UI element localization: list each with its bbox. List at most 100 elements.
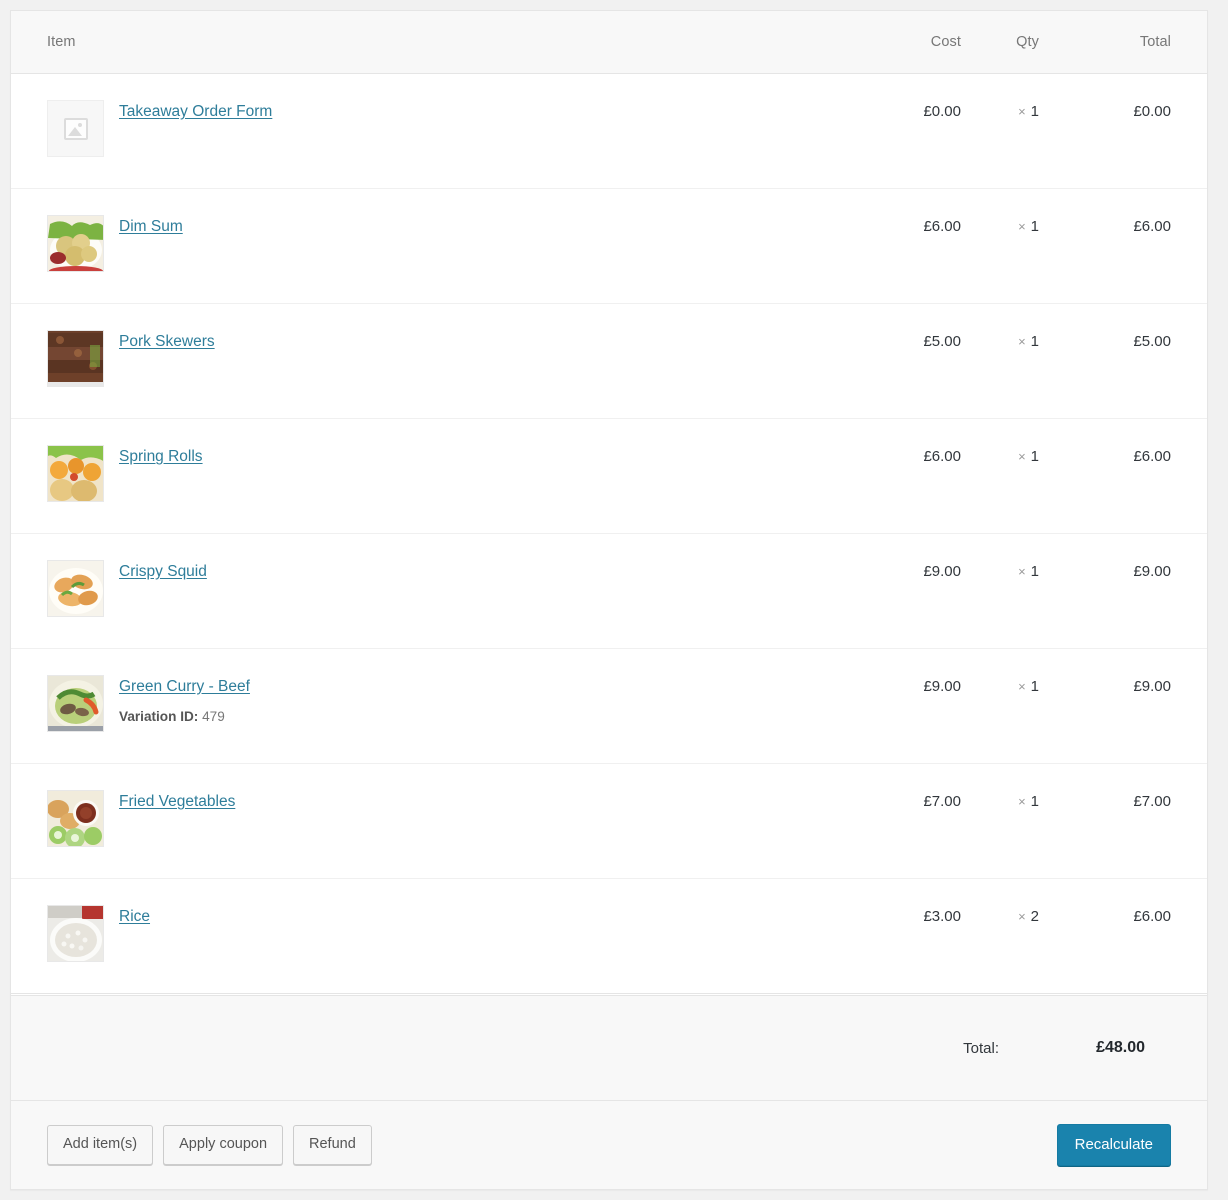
item-quantity-value: 1 bbox=[1030, 563, 1039, 580]
order-item-row: Pork Skewers £5.00 × 1 £5.00 bbox=[11, 304, 1207, 419]
variation-id-label: Variation ID: bbox=[119, 709, 199, 724]
order-totals-bar: Total: £48.00 bbox=[11, 995, 1207, 1101]
item-cost: £5.00 bbox=[923, 333, 961, 350]
item-quantity-value: 1 bbox=[1030, 448, 1039, 465]
item-line-total: £6.00 bbox=[1133, 448, 1171, 465]
item-cost: £9.00 bbox=[923, 678, 961, 695]
item-line-total: £0.00 bbox=[1133, 103, 1171, 120]
item-thumbnail-cell bbox=[11, 790, 119, 847]
product-name-link[interactable]: Dim Sum bbox=[119, 217, 183, 237]
product-name-link[interactable]: Fried Vegetables bbox=[119, 792, 235, 812]
item-quantity: × 1 bbox=[961, 560, 1039, 582]
item-quantity-value: 1 bbox=[1030, 793, 1039, 810]
column-header-qty: Qty bbox=[1016, 34, 1039, 50]
order-item-row: Takeaway Order Form £0.00 × 1 £0.00 bbox=[11, 74, 1207, 189]
product-name-link[interactable]: Takeaway Order Form bbox=[119, 102, 272, 122]
product-thumbnail[interactable] bbox=[47, 330, 104, 387]
multiply-symbol: × bbox=[1018, 219, 1026, 234]
item-quantity-value: 1 bbox=[1030, 218, 1039, 235]
item-name-cell: Green Curry - Beef Variation ID: 479 bbox=[119, 675, 851, 726]
item-line-total: £6.00 bbox=[1133, 908, 1171, 925]
multiply-symbol: × bbox=[1018, 909, 1026, 924]
order-total-value: £48.00 bbox=[1096, 1039, 1145, 1056]
order-item-row: Fried Vegetables £7.00 × 1 £7.00 bbox=[11, 764, 1207, 879]
product-thumbnail[interactable] bbox=[47, 560, 104, 617]
product-thumbnail[interactable] bbox=[47, 790, 104, 847]
product-name-link[interactable]: Rice bbox=[119, 907, 150, 927]
item-line-total: £9.00 bbox=[1133, 563, 1171, 580]
item-name-cell: Fried Vegetables bbox=[119, 790, 851, 812]
multiply-symbol: × bbox=[1018, 334, 1026, 349]
placeholder-image-icon bbox=[47, 100, 104, 157]
recalculate-button[interactable]: Recalculate bbox=[1056, 1124, 1171, 1166]
item-quantity: × 1 bbox=[961, 675, 1039, 697]
item-thumbnail-cell bbox=[11, 560, 119, 617]
order-total-label: Total: bbox=[963, 1039, 999, 1057]
variation-id-value: 479 bbox=[202, 709, 225, 724]
item-quantity-value: 1 bbox=[1030, 678, 1039, 695]
refund-button[interactable]: Refund bbox=[293, 1125, 372, 1165]
item-quantity-value: 1 bbox=[1030, 103, 1039, 120]
apply-coupon-button[interactable]: Apply coupon bbox=[163, 1125, 284, 1165]
item-cost: £9.00 bbox=[923, 563, 961, 580]
column-header-total: Total bbox=[1139, 34, 1171, 50]
product-thumbnail[interactable] bbox=[47, 445, 104, 502]
product-thumbnail[interactable] bbox=[47, 905, 104, 962]
product-name-link[interactable]: Crispy Squid bbox=[119, 562, 207, 582]
item-name-cell: Takeaway Order Form bbox=[119, 100, 851, 122]
item-name-cell: Crispy Squid bbox=[119, 560, 851, 582]
item-line-total: £5.00 bbox=[1133, 333, 1171, 350]
order-item-row: Crispy Squid £9.00 × 1 £9.00 bbox=[11, 534, 1207, 649]
multiply-symbol: × bbox=[1018, 564, 1026, 579]
item-thumbnail-cell bbox=[11, 675, 119, 732]
multiply-symbol: × bbox=[1018, 449, 1026, 464]
order-items-list: Takeaway Order Form £0.00 × 1 £0.00 Dim Sum £6… bbox=[11, 74, 1207, 995]
multiply-symbol: × bbox=[1018, 104, 1026, 119]
item-cost: £6.00 bbox=[923, 448, 961, 465]
item-cost: £7.00 bbox=[923, 793, 961, 810]
order-items-panel: Item Cost Qty Total Takeaway Order Form £… bbox=[10, 10, 1208, 1190]
product-name-link[interactable]: Green Curry - Beef bbox=[119, 677, 250, 697]
item-thumbnail-cell bbox=[11, 330, 119, 387]
multiply-symbol: × bbox=[1018, 794, 1026, 809]
item-thumbnail-cell bbox=[11, 215, 119, 272]
product-thumbnail[interactable] bbox=[47, 675, 104, 732]
order-items-table-header: Item Cost Qty Total bbox=[11, 11, 1207, 74]
item-thumbnail-cell bbox=[11, 905, 119, 962]
item-thumbnail-cell bbox=[11, 100, 119, 157]
item-quantity: × 2 bbox=[961, 905, 1039, 927]
item-thumbnail-cell bbox=[11, 445, 119, 502]
item-name-cell: Rice bbox=[119, 905, 851, 927]
item-quantity-value: 2 bbox=[1030, 908, 1039, 925]
order-item-row: Green Curry - Beef Variation ID: 479 £9.00… bbox=[11, 649, 1207, 764]
footer-button-group: Add item(s) Apply coupon Refund bbox=[47, 1125, 372, 1165]
order-item-row: Rice £3.00 × 2 £6.00 bbox=[11, 879, 1207, 994]
item-cost: £3.00 bbox=[923, 908, 961, 925]
add-items-button[interactable]: Add item(s) bbox=[47, 1125, 154, 1165]
order-item-row: Dim Sum £6.00 × 1 £6.00 bbox=[11, 189, 1207, 304]
item-line-total: £6.00 bbox=[1133, 218, 1171, 235]
item-name-cell: Spring Rolls bbox=[119, 445, 851, 467]
order-item-row: Spring Rolls £6.00 × 1 £6.00 bbox=[11, 419, 1207, 534]
item-line-total: £7.00 bbox=[1133, 793, 1171, 810]
item-quantity: × 1 bbox=[961, 790, 1039, 812]
item-quantity: × 1 bbox=[961, 330, 1039, 352]
product-name-link[interactable]: Pork Skewers bbox=[119, 332, 215, 352]
product-thumbnail[interactable] bbox=[47, 215, 104, 272]
item-quantity: × 1 bbox=[961, 100, 1039, 122]
item-name-cell: Pork Skewers bbox=[119, 330, 851, 352]
item-name-cell: Dim Sum bbox=[119, 215, 851, 237]
image-icon bbox=[63, 117, 88, 140]
order-items-footer: Add item(s) Apply coupon Refund Recalcul… bbox=[11, 1101, 1207, 1189]
item-cost: £6.00 bbox=[923, 218, 961, 235]
column-header-cost: Cost bbox=[930, 34, 961, 50]
item-quantity: × 1 bbox=[961, 215, 1039, 237]
product-name-link[interactable]: Spring Rolls bbox=[119, 447, 203, 467]
item-variation-meta: Variation ID: 479 bbox=[119, 708, 851, 726]
column-header-item: Item bbox=[47, 34, 76, 50]
multiply-symbol: × bbox=[1018, 679, 1026, 694]
item-line-total: £9.00 bbox=[1133, 678, 1171, 695]
item-quantity-value: 1 bbox=[1030, 333, 1039, 350]
item-cost: £0.00 bbox=[923, 103, 961, 120]
item-quantity: × 1 bbox=[961, 445, 1039, 467]
